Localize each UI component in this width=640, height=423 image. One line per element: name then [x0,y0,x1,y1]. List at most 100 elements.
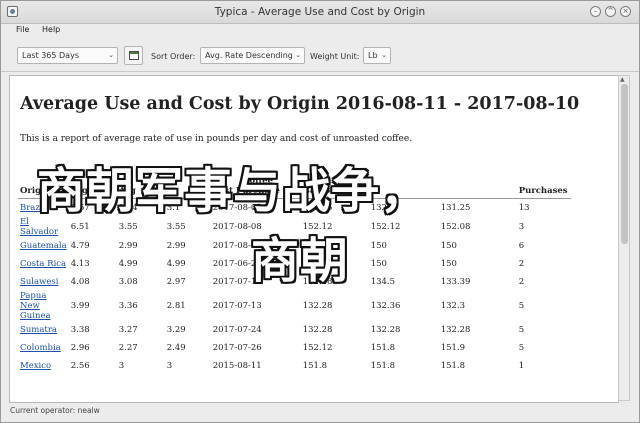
table-cell: 152.08 [440,222,471,232]
table-row: Mexico 2.56 3 3 2015-08-11 151.8 151.8 151.8 1 [18,357,571,375]
origin-link-cell[interactable]: Papua New Guinea [18,291,69,321]
sort-order-select[interactable]: Avg. Rate Descending ⌄ [200,47,305,64]
scrollbar-thumb[interactable] [621,84,628,244]
origin-link-cell[interactable]: Sumatra [18,321,69,339]
table-cell: 132.28 [440,325,471,335]
origin-link-cell[interactable]: Colombia [18,339,69,357]
table-cell: 2.27 [118,343,138,353]
table-cell: 5 [518,301,525,311]
app-window: Typica - Average Use and Cost by Origin … [0,0,640,423]
table-cell: 132.36 [370,301,401,311]
table-cell: 2.96 [70,343,90,353]
table-cell: 3 [518,222,525,232]
table-cell: 134.5 [370,277,396,287]
origin-link[interactable]: Papua New Guinea [20,291,51,321]
window-title: Typica - Average Use and Cost by Origin [214,6,426,18]
sort-order-value: Avg. Rate Descending [205,51,293,60]
table-cell: 151.8 [302,361,328,371]
menu-help[interactable]: Help [42,25,60,34]
origin-link[interactable]: Sumatra [20,325,57,335]
table-cell: 6 [518,241,525,251]
table-cell: 2.99 [118,241,138,251]
table-cell: 3 [118,361,125,371]
table-cell: 2.81 [166,301,186,311]
table-cell: 3.27 [118,325,138,335]
table-cell: 132.28 [370,325,401,335]
table-cell: 4.99 [118,259,138,269]
origin-link[interactable]: Mexico [20,361,51,371]
scroll-up-icon[interactable]: ▲ [620,76,625,83]
origin-link[interactable]: Colombia [20,343,61,353]
chevron-down-icon: ⌄ [108,51,114,59]
table-row: Papua New Guinea 3.99 3.36 2.81 2017-07-13 13… [18,291,571,321]
table-cell: 2017-07-26 [212,343,262,353]
menu-bar: File Help [1,23,639,37]
table-cell: 150 [440,241,457,251]
table-cell: 150 [370,259,387,269]
table-cell: 4.79 [70,241,90,251]
table-cell: 2017-07-13 [212,301,262,311]
sort-order-label: Sort Order: [151,52,196,61]
table-cell: 3.29 [166,325,186,335]
table-cell: 2.99 [166,241,186,251]
table-cell: 2.97 [166,277,186,287]
menu-file[interactable]: File [16,25,29,34]
table-cell: 132.3 [440,301,466,311]
table-cell: 131.25 [440,203,471,213]
table-cell: 4.08 [70,277,90,287]
table-cell: 13 [518,203,530,213]
table-cell: 3.99 [70,301,90,311]
calendar-icon [129,51,139,60]
table-cell: 133.39 [440,277,471,287]
table-row: Colombia 2.96 2.27 2.49 2017-07-26 152.12 151.… [18,339,571,357]
table-cell: 2 [518,277,525,287]
table-cell: 151.9 [440,343,466,353]
maximize-icon[interactable]: ^ [605,6,616,17]
origin-link-cell[interactable]: Sulawesi [18,273,69,291]
minimize-icon[interactable]: – [590,6,601,17]
table-cell: 132.28 [302,325,333,335]
weight-unit-label: Weight Unit: [310,52,360,61]
table-cell: 152.12 [302,343,333,353]
column-header [438,176,517,199]
title-bar: Typica - Average Use and Cost by Origin … [1,1,639,24]
origin-link-cell[interactable]: Guatemala [18,237,69,255]
table-cell: 132.28 [302,301,333,311]
table-cell: 4.13 [70,259,90,269]
origin-link[interactable]: Costa Rica [20,259,66,269]
calendar-button[interactable] [124,46,143,65]
close-icon[interactable]: × [620,6,631,17]
origin-link-cell[interactable]: Costa Rica [18,255,69,273]
table-cell: 3.08 [118,277,138,287]
weight-unit-select[interactable]: Lb ⌄ [363,47,391,64]
table-cell: 150 [370,241,387,251]
table-cell: 3.36 [118,301,138,311]
table-cell: 2017-07-24 [212,325,262,335]
origin-link-cell[interactable]: Mexico [18,357,69,375]
table-cell: 4.99 [166,259,186,269]
report-description: This is a report of average rate of use … [20,134,413,144]
status-text: Current operator: nealw [10,406,100,415]
table-cell: 2015-08-11 [212,361,262,371]
table-cell: 151.8 [440,361,466,371]
status-bar: Current operator: nealw [1,403,639,422]
table-cell: 5 [518,343,525,353]
chevron-down-icon: ⌄ [295,51,301,59]
origin-link[interactable]: Guatemala [20,241,67,251]
chevron-down-icon: ⌄ [381,51,387,59]
table-cell: 151.8 [370,361,396,371]
table-cell: 5 [518,325,525,335]
table-cell: 1 [518,361,525,371]
toolbar: Last 365 Days ⌄ Sort Order: Avg. Rate De… [1,41,639,72]
table-cell: 2 [518,259,525,269]
overlay-caption-line2: 商朝 [251,233,350,289]
date-range-select[interactable]: Last 365 Days ⌄ [17,47,118,64]
date-range-value: Last 365 Days [22,51,79,60]
weight-unit-value: Lb [368,51,378,60]
report-title: Average Use and Cost by Origin 2016-08-1… [20,94,580,114]
table-cell: 3.38 [70,325,90,335]
column-header: Purchases [516,176,571,199]
table-cell: 150 [440,259,457,269]
vertical-scrollbar[interactable]: ▲ [618,75,630,401]
origin-link[interactable]: Sulawesi [20,277,58,287]
